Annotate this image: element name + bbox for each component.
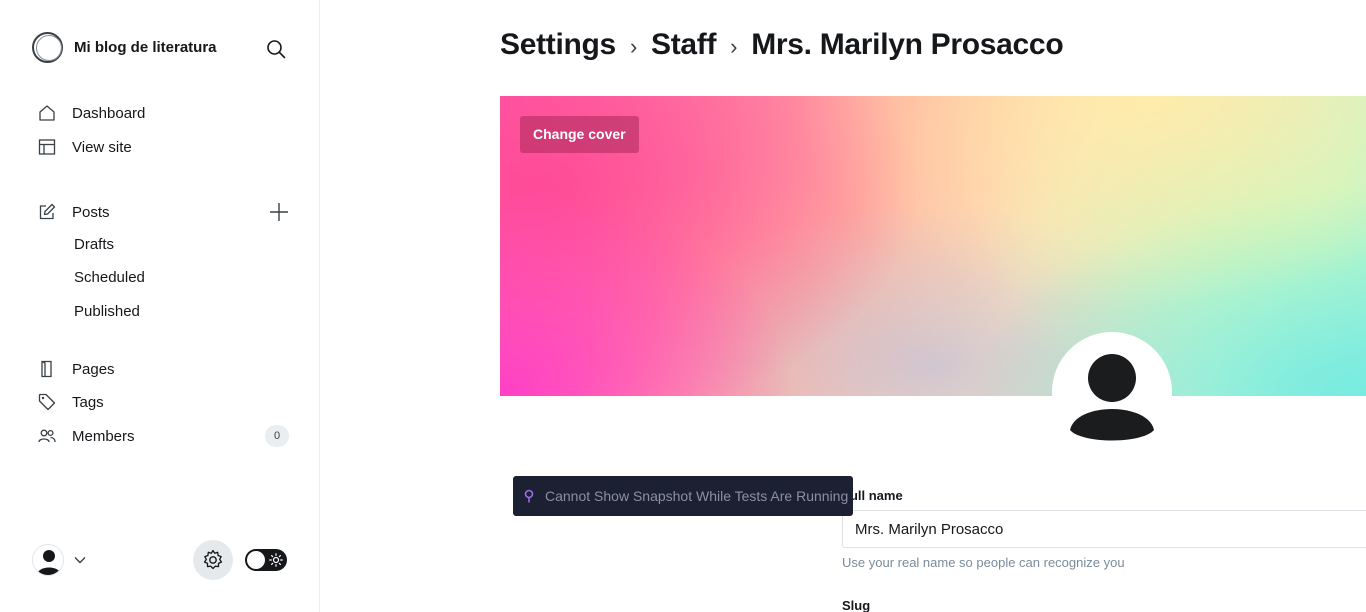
full-name-input[interactable] bbox=[842, 510, 1366, 548]
tag-icon bbox=[36, 391, 58, 413]
new-post-button[interactable] bbox=[267, 200, 291, 224]
nav-pages[interactable]: Pages bbox=[36, 357, 115, 381]
nav-view-site-label: View site bbox=[72, 138, 132, 156]
user-avatar-icon bbox=[1070, 354, 1154, 441]
nav-dashboard-label: Dashboard bbox=[72, 104, 146, 122]
gear-icon bbox=[203, 549, 223, 570]
nav-dashboard[interactable]: Dashboard bbox=[36, 101, 145, 125]
nav-tags[interactable]: Tags bbox=[36, 390, 104, 414]
nav-scheduled[interactable]: Scheduled bbox=[74, 267, 145, 289]
nav-members[interactable]: Members bbox=[36, 424, 135, 448]
full-name-hint: Use your real name so people can recogni… bbox=[842, 555, 1125, 570]
breadcrumb-separator: › bbox=[730, 34, 738, 59]
breadcrumb: Settings › Staff › Mrs. Marilyn Prosacco bbox=[500, 28, 1064, 62]
breadcrumb-separator: › bbox=[629, 34, 637, 59]
page-title: Mrs. Marilyn Prosacco bbox=[751, 28, 1064, 61]
breadcrumb-staff[interactable]: Staff bbox=[651, 28, 716, 62]
settings-button[interactable] bbox=[193, 540, 233, 580]
pencil-square-icon bbox=[36, 201, 58, 223]
members-icon bbox=[36, 425, 58, 447]
nav-posts[interactable]: Posts bbox=[36, 200, 110, 224]
cover-image: Change cover bbox=[500, 96, 1366, 396]
page-icon bbox=[36, 358, 58, 380]
toggle-knob bbox=[247, 551, 265, 569]
nav-posts-label: Posts bbox=[72, 203, 110, 221]
sidebar: Mi blog de literatura Dashboard View sit… bbox=[0, 0, 320, 612]
nav-view-site[interactable]: View site bbox=[36, 135, 132, 159]
snapshot-tooltip: Cannot Show Snapshot While Tests Are Run… bbox=[513, 476, 853, 516]
nav-members-label: Members bbox=[72, 427, 135, 445]
plus-icon bbox=[270, 203, 288, 221]
site-title: Mi blog de literatura bbox=[74, 39, 217, 56]
search-button[interactable] bbox=[262, 35, 290, 63]
layout-icon bbox=[36, 136, 58, 158]
search-icon bbox=[267, 40, 286, 59]
nav-pages-label: Pages bbox=[72, 360, 115, 378]
site-brand[interactable]: Mi blog de literatura bbox=[32, 32, 217, 63]
slug-label: Slug bbox=[842, 598, 871, 612]
user-avatar-icon bbox=[32, 544, 64, 576]
tooltip-text: Cannot Show Snapshot While Tests Are Run… bbox=[545, 488, 849, 504]
breadcrumb-settings[interactable]: Settings bbox=[500, 28, 616, 62]
nav-drafts[interactable]: Drafts bbox=[74, 234, 114, 256]
change-cover-button[interactable]: Change cover bbox=[520, 116, 639, 153]
pin-icon bbox=[524, 489, 534, 503]
profile-photo[interactable] bbox=[1052, 332, 1172, 452]
sun-icon bbox=[269, 553, 283, 567]
user-menu[interactable] bbox=[32, 544, 86, 576]
theme-toggle[interactable] bbox=[245, 549, 287, 571]
home-icon bbox=[36, 102, 58, 124]
site-logo-icon bbox=[32, 32, 63, 63]
chevron-down-icon bbox=[74, 557, 86, 564]
members-count-badge: 0 bbox=[265, 425, 289, 447]
nav-published[interactable]: Published bbox=[74, 301, 140, 323]
nav-tags-label: Tags bbox=[72, 393, 104, 411]
